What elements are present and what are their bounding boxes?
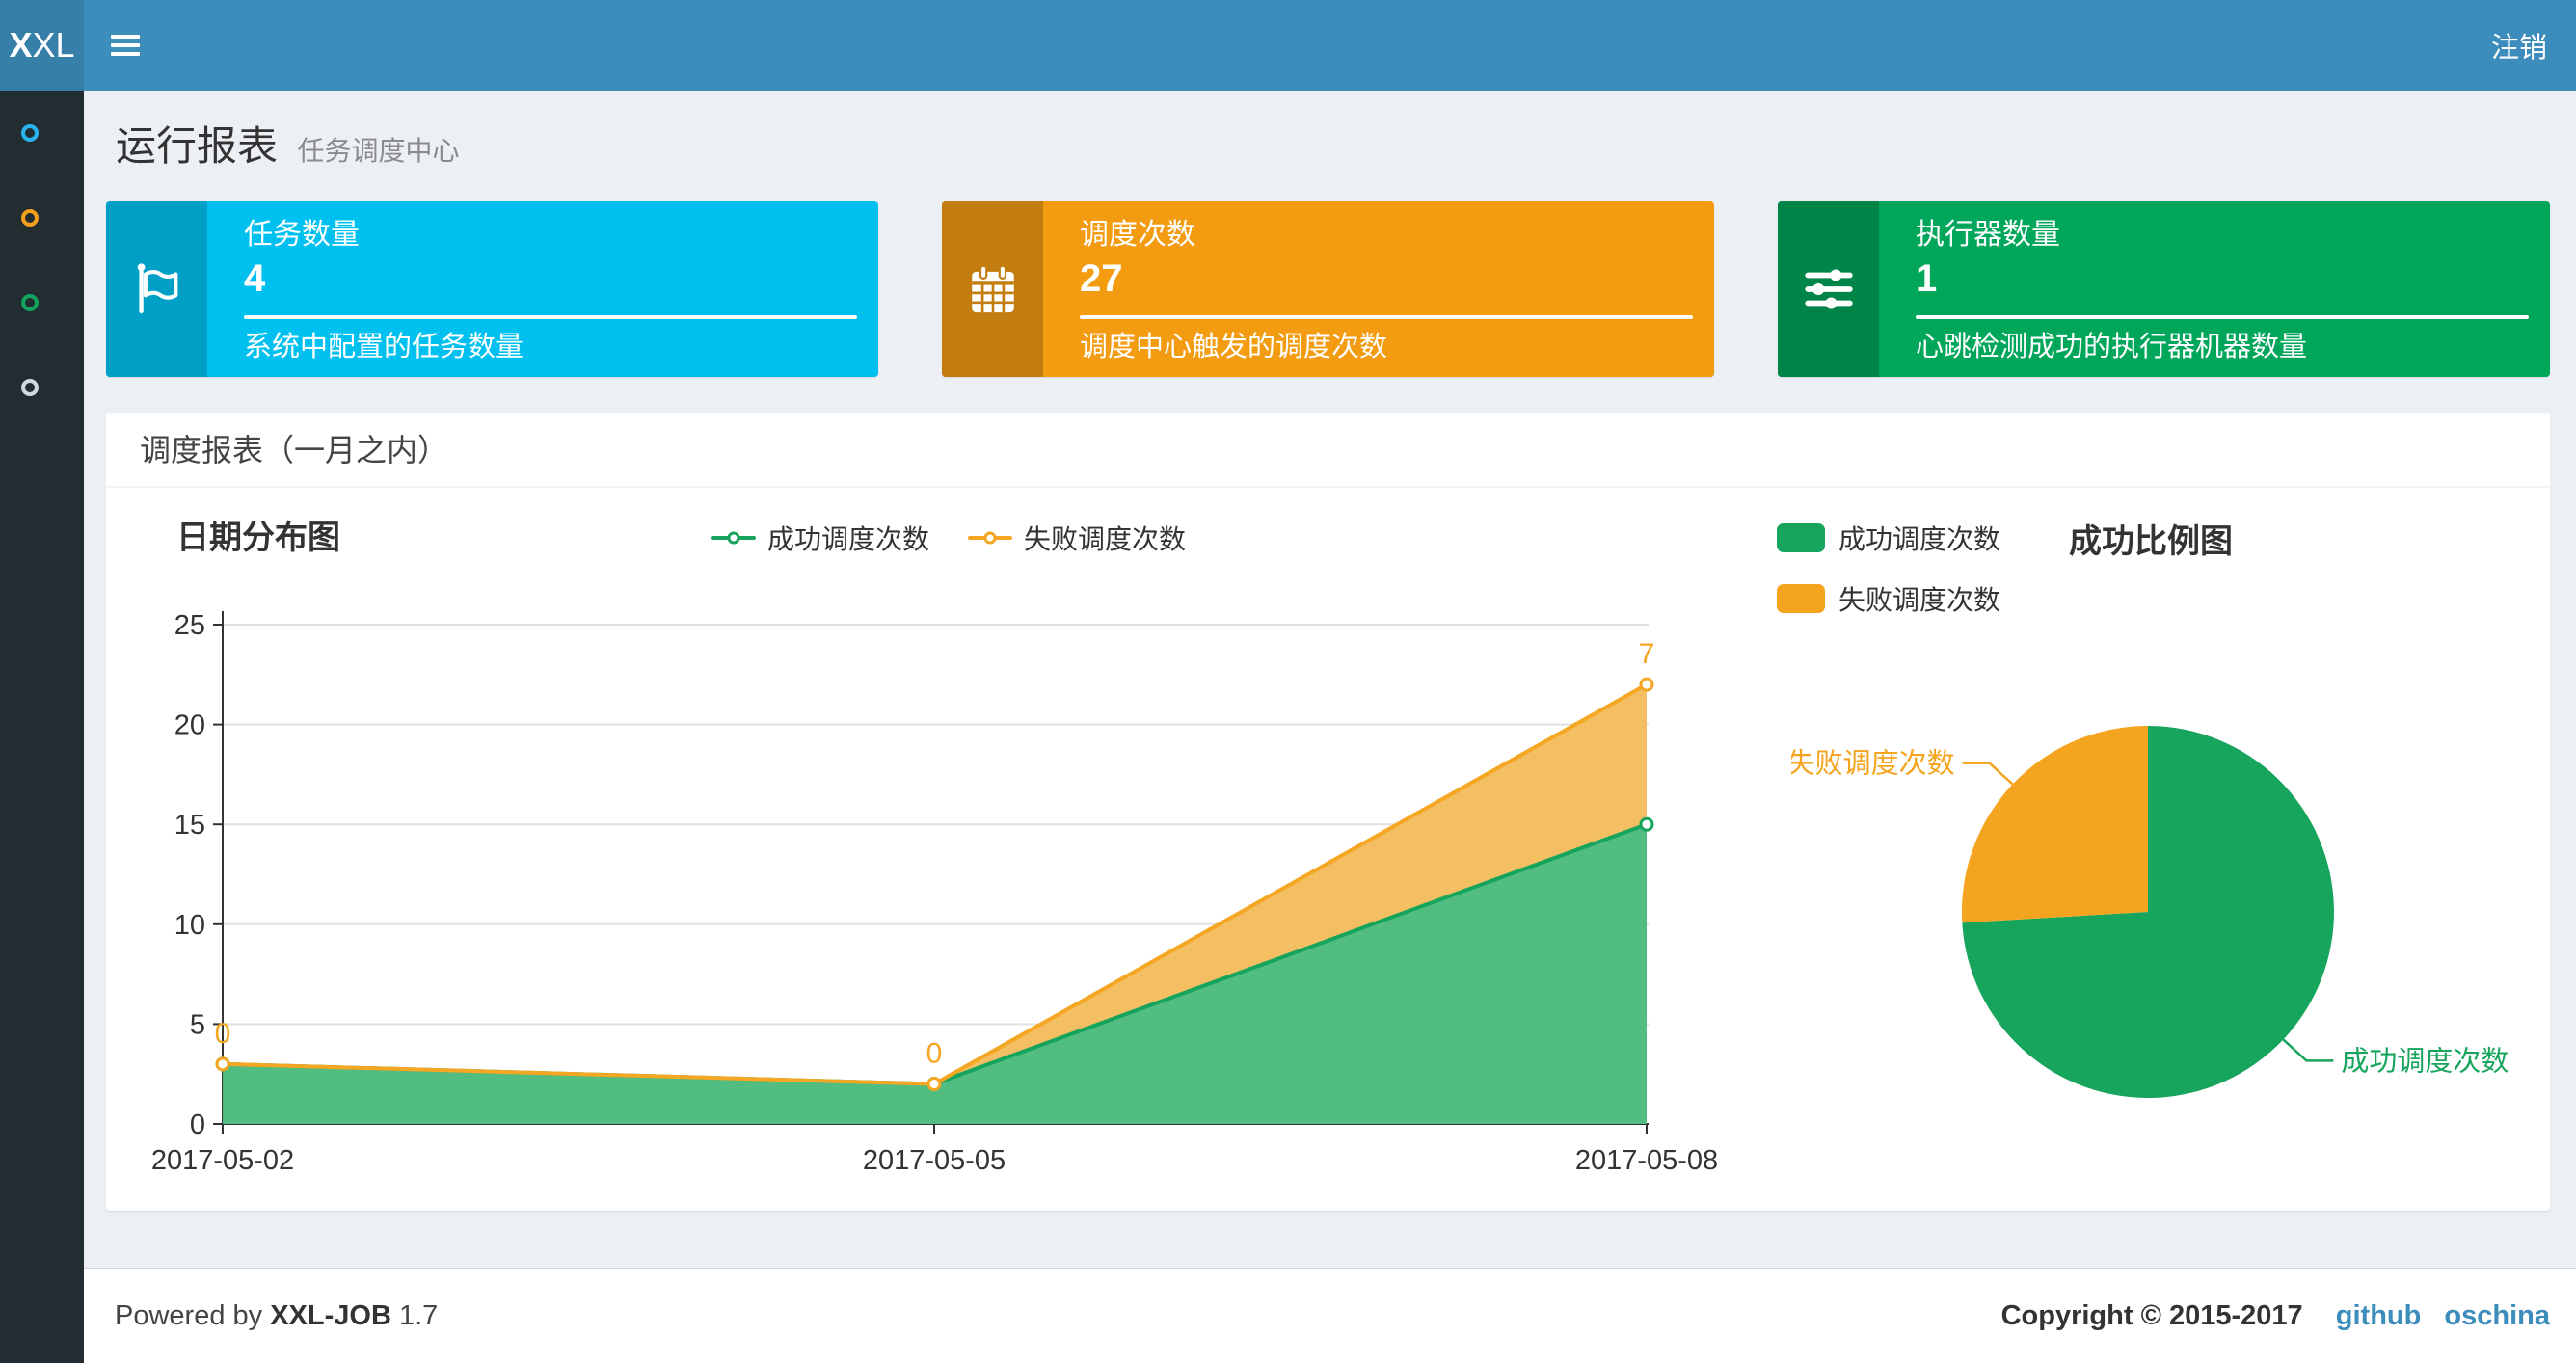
stat-value: 27 [1080, 257, 1123, 300]
page-title: 运行报表 [116, 123, 279, 169]
svg-text:2017-05-08: 2017-05-08 [1575, 1145, 1718, 1176]
svg-text:2017-05-02: 2017-05-02 [151, 1145, 294, 1176]
svg-text:成功调度次数: 成功调度次数 [2341, 1045, 2509, 1077]
bars-icon [111, 35, 140, 39]
stat-card-triggers: 调度次数 27 调度中心触发的调度次数 [942, 201, 1714, 377]
line-chart-legend: 成功调度次数 失败调度次数 [711, 519, 1186, 557]
top-navbar: X XL 注销 [0, 0, 2576, 91]
stats-row: 任务数量 4 系统中配置的任务数量 调度次数 27 调度中心触发的调度次数 执行… [106, 201, 2550, 377]
svg-text:0: 0 [926, 1038, 943, 1070]
stat-description: 心跳检测成功的执行器机器数量 [1916, 332, 2308, 362]
stat-description: 调度中心触发的调度次数 [1080, 332, 1388, 362]
sidebar-item-1[interactable] [0, 91, 84, 175]
progress-bar [244, 315, 857, 319]
sidebar-item-3[interactable] [0, 260, 84, 345]
svg-text:5: 5 [190, 1009, 205, 1040]
github-link[interactable]: github [2336, 1300, 2422, 1331]
circle-icon [21, 124, 39, 142]
svg-text:15: 15 [174, 810, 205, 841]
menu-toggle-button[interactable] [111, 23, 155, 67]
legend-item-success[interactable]: 成功调度次数 [711, 519, 929, 557]
stat-label: 执行器数量 [1916, 219, 2060, 251]
svg-text:失败调度次数: 失败调度次数 [1791, 748, 1955, 780]
oschina-link[interactable]: oschina [2444, 1300, 2550, 1331]
sidebar [0, 91, 84, 1363]
svg-text:20: 20 [174, 710, 205, 741]
pie-slice-fail [1961, 726, 2148, 923]
sliders-icon [1778, 201, 1879, 377]
calendar-icon [942, 201, 1043, 377]
logout-link[interactable]: 注销 [2491, 25, 2547, 66]
line-marker-icon [711, 531, 756, 545]
sidebar-item-2[interactable] [0, 175, 84, 260]
pie-chart-title: 成功比例图 [2069, 523, 2233, 560]
powered-by: Powered by XXL-JOB 1.7 [115, 1299, 439, 1331]
line-chart-svg: 05101520252017-05-02 2017-05-05 2017-05-08… [151, 610, 1718, 1176]
navbar: 注销 [84, 0, 2576, 91]
report-panel: 调度报表（一月之内） 日期分布图 成功调度次数 失败调度次数 0 5 10 15 20 2… [106, 413, 2550, 1211]
logo-bold: X [9, 25, 33, 65]
svg-text:7: 7 [1639, 638, 1655, 670]
stat-label: 调度次数 [1080, 219, 1195, 251]
svg-text:25: 25 [174, 610, 205, 641]
stat-value: 4 [244, 257, 266, 300]
page-header: 运行报表 任务调度中心 [84, 91, 2576, 173]
flag-icon [106, 201, 207, 377]
legend-item-fail[interactable]: 失败调度次数 [968, 519, 1186, 557]
svg-text:2017-05-05: 2017-05-05 [863, 1145, 1006, 1176]
progress-bar [1916, 315, 2529, 319]
sidebar-item-4[interactable] [0, 345, 84, 430]
pie-chart-svg: 成功调度次数 失败调度次数 [1791, 726, 2509, 1098]
stat-value: 1 [1916, 257, 1938, 300]
circle-icon [21, 209, 39, 227]
progress-bar [1080, 315, 1693, 319]
svg-text:0: 0 [215, 1018, 231, 1050]
page-subtitle: 任务调度中心 [297, 136, 460, 166]
logo-rest: XL [32, 25, 75, 65]
footer: Powered by XXL-JOB 1.7 Copyright © 2015-… [84, 1268, 2576, 1363]
svg-text:10: 10 [174, 910, 205, 941]
stat-card-jobs: 任务数量 4 系统中配置的任务数量 [106, 201, 878, 377]
legend-item-fail[interactable]: 失败调度次数 [1777, 579, 2000, 618]
square-marker-icon [1777, 584, 1825, 613]
circle-icon [21, 294, 39, 311]
square-marker-icon [1777, 523, 1825, 552]
panel-title: 调度报表（一月之内） [106, 413, 2550, 488]
app-logo[interactable]: X XL [0, 0, 84, 91]
line-chart-title: 日期分布图 [176, 520, 340, 556]
copyright: Copyright © 2015-2017 github oschina [2000, 1299, 2550, 1331]
line-marker-icon [968, 531, 1013, 545]
content-area: 运行报表 任务调度中心 任务数量 4 系统中配置的任务数量 调度次数 27 调度… [84, 91, 2576, 1268]
circle-icon [21, 379, 39, 396]
stat-label: 任务数量 [244, 219, 360, 251]
stat-card-executors: 执行器数量 1 心跳检测成功的执行器机器数量 [1778, 201, 2550, 377]
svg-text:0: 0 [190, 1109, 205, 1140]
stat-description: 系统中配置的任务数量 [244, 332, 524, 362]
